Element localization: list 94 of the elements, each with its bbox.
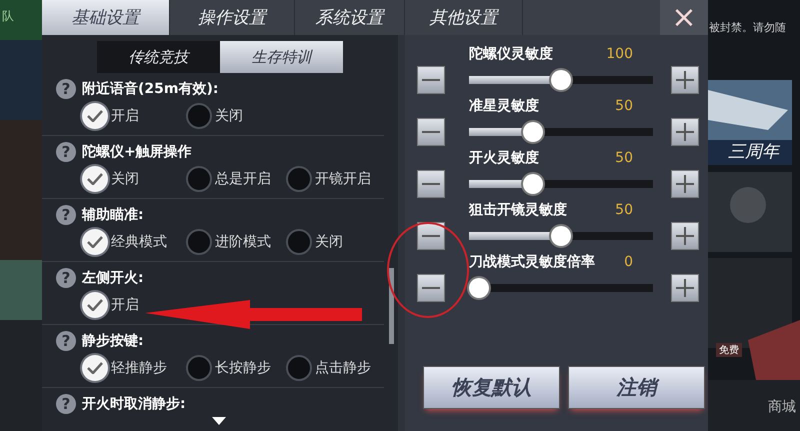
- action-button[interactable]: 恢复默认: [423, 366, 560, 409]
- minus-button[interactable]: [417, 170, 445, 198]
- minus-button[interactable]: [417, 274, 445, 302]
- setting-title: 辅助瞄准:: [82, 206, 144, 224]
- slider-track[interactable]: [469, 120, 653, 144]
- slider-label: 刀战模式灵敏度倍率: [468, 253, 595, 271]
- mode-tab[interactable]: 传统竞技: [97, 41, 220, 73]
- radio-button[interactable]: [286, 229, 312, 255]
- option-label: 点击静步: [315, 359, 371, 377]
- help-icon[interactable]: ?: [56, 79, 76, 99]
- option-label: 开启: [111, 107, 139, 125]
- banner-label: 三周年: [728, 141, 779, 163]
- check-icon: [87, 110, 103, 122]
- mode-tab[interactable]: 生存特训: [220, 41, 343, 73]
- help-icon[interactable]: ?: [56, 268, 76, 288]
- radio-button[interactable]: [186, 229, 212, 255]
- slider-label: 陀螺仪灵敏度: [468, 45, 553, 63]
- minus-icon: [422, 182, 440, 186]
- plus-icon: [676, 175, 694, 193]
- plus-button[interactable]: [671, 274, 699, 302]
- slider-track[interactable]: [469, 172, 653, 196]
- radio-button[interactable]: [186, 103, 212, 129]
- help-icon[interactable]: ?: [56, 394, 76, 414]
- check-icon: [87, 236, 103, 248]
- plus-button[interactable]: [671, 66, 699, 94]
- option-label: 开镜开启: [315, 170, 371, 188]
- plus-button[interactable]: [671, 118, 699, 146]
- notice-text: 被封禁。请勿随: [709, 20, 786, 35]
- radio-button[interactable]: [82, 103, 108, 129]
- radio-button[interactable]: [186, 166, 212, 192]
- radio-button[interactable]: [82, 355, 108, 381]
- option-label: 经典模式: [111, 233, 167, 251]
- close-button[interactable]: ×: [660, 0, 708, 35]
- help-icon[interactable]: ?: [56, 142, 76, 162]
- minus-icon: [422, 130, 440, 134]
- check-icon: [87, 173, 103, 185]
- down-caret-icon[interactable]: [212, 417, 226, 425]
- slider-thumb[interactable]: [523, 122, 544, 142]
- slider-thumb[interactable]: [551, 70, 571, 90]
- slider-value: 50: [615, 150, 634, 166]
- minus-button[interactable]: [417, 118, 445, 146]
- option-label: 开启: [111, 296, 139, 314]
- radio-button[interactable]: [82, 229, 108, 255]
- slider-thumb[interactable]: [551, 226, 571, 246]
- help-icon[interactable]: ?: [56, 205, 76, 225]
- option-label: 进阶模式: [215, 233, 271, 251]
- plus-button[interactable]: [671, 222, 699, 250]
- radio-button[interactable]: [286, 166, 312, 192]
- minus-icon: [422, 234, 440, 238]
- slider-label: 开火灵敏度: [468, 149, 539, 167]
- slider-track[interactable]: [469, 276, 653, 300]
- option-label: 关闭: [315, 233, 343, 251]
- radio-button[interactable]: [82, 292, 108, 318]
- minus-button[interactable]: [417, 222, 445, 250]
- plus-icon: [676, 227, 694, 245]
- check-icon: [87, 299, 103, 311]
- slider-value: 0: [624, 254, 634, 270]
- radio-button[interactable]: [186, 355, 212, 381]
- check-icon: [87, 362, 103, 374]
- minus-icon: [422, 78, 440, 82]
- slider-thumb[interactable]: [523, 174, 544, 194]
- background-text: 队: [2, 8, 14, 25]
- plus-button[interactable]: [671, 170, 699, 198]
- setting-title: 附近语音(25m有效):: [82, 80, 218, 98]
- settings-tab[interactable]: 基础设置: [42, 0, 170, 35]
- slider-value: 50: [615, 98, 634, 114]
- minus-button[interactable]: [417, 66, 445, 94]
- plus-icon: [676, 71, 694, 89]
- slider-label: 准星灵敏度: [468, 97, 539, 115]
- shop-label: 商城: [768, 398, 796, 416]
- option-label: 长按静步: [215, 359, 271, 377]
- scrollbar[interactable]: [389, 268, 394, 344]
- radio-button[interactable]: [286, 355, 312, 381]
- slider-track[interactable]: [469, 224, 653, 248]
- slider-label: 狙击开镜灵敏度: [468, 201, 567, 219]
- slider-value: 100: [606, 46, 634, 62]
- setting-title: 陀螺仪+触屏操作: [82, 143, 192, 161]
- option-label: 关闭: [111, 170, 139, 188]
- option-label: 关闭: [215, 107, 243, 125]
- setting-title: 开火时取消静步:: [82, 395, 186, 413]
- slider-track[interactable]: [469, 68, 653, 92]
- help-icon[interactable]: ?: [56, 331, 76, 351]
- setting-title: 左侧开火:: [82, 269, 144, 287]
- minus-icon: [422, 286, 440, 290]
- slider-value: 50: [615, 202, 634, 218]
- option-label: 总是开启: [215, 170, 271, 188]
- free-tag: 免费: [716, 343, 742, 357]
- plus-icon: [676, 279, 694, 297]
- plus-icon: [676, 123, 694, 141]
- action-button[interactable]: 注销: [568, 366, 705, 409]
- slider-thumb[interactable]: [469, 278, 489, 298]
- option-label: 轻推静步: [111, 359, 167, 377]
- setting-title: 静步按键:: [82, 332, 144, 350]
- radio-button[interactable]: [82, 166, 108, 192]
